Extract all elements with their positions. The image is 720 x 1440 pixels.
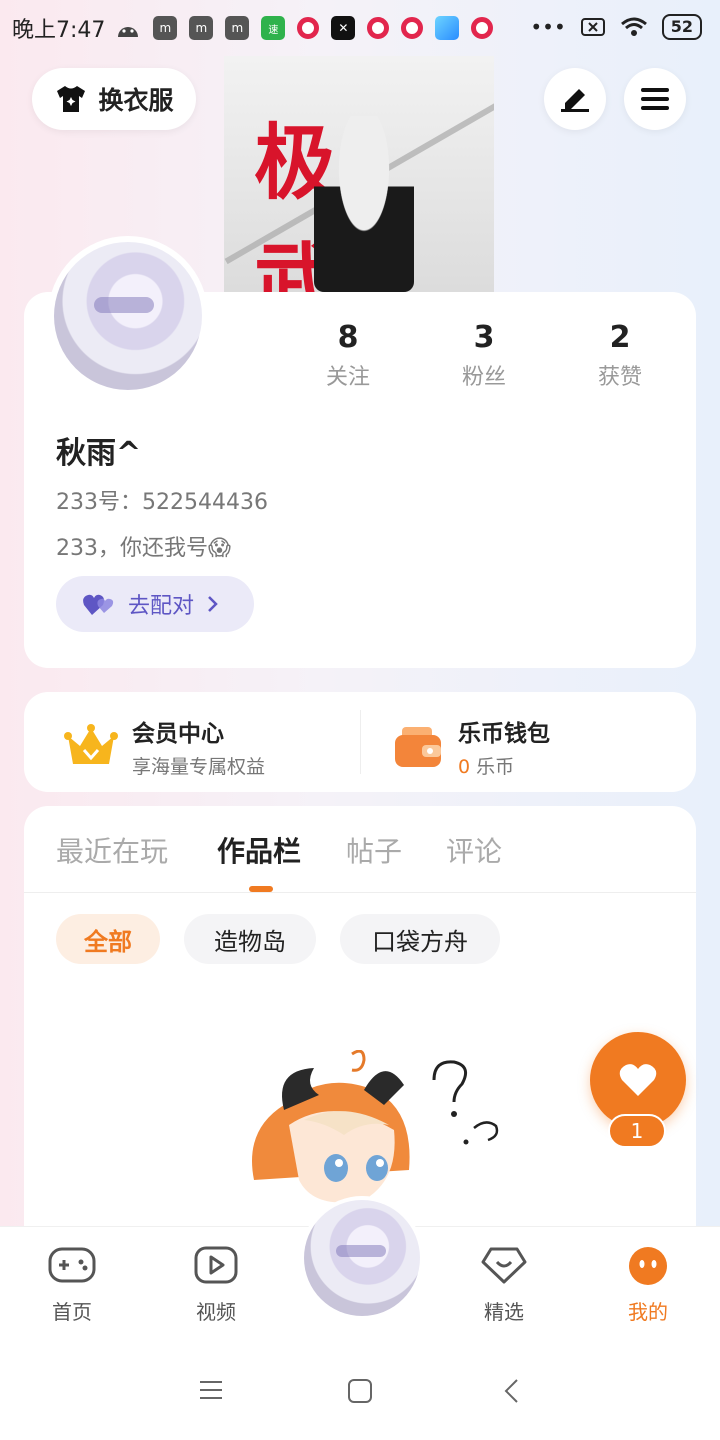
change-outfit-label: 换衣服 [98,86,174,115]
tab-comments[interactable]: 评论 [446,830,502,870]
recents-menu-icon[interactable] [198,1378,224,1402]
heart-icon [619,1064,657,1096]
fans-label: 粉丝 [461,365,506,390]
status-bar: 晚上7:47 m m m 速 ✕ ••• 52 [0,0,720,56]
likes-label: 获赞 [597,365,642,390]
nav-featured-label: 精选 [484,1300,524,1324]
filter-chip-pocket-ark[interactable]: 口袋方舟 [340,914,500,964]
change-outfit-button[interactable]: 换衣服 [32,68,196,130]
like-count-badge: 1 [608,1114,666,1148]
fans-stat[interactable]: 3 粉丝 [424,320,544,391]
wallet-icon [395,726,441,767]
no-sim-icon [580,18,605,36]
nav-video-label: 视频 [196,1300,236,1324]
tab-posts[interactable]: 帖子 [346,830,402,870]
app-notification-icon [297,17,320,39]
member-center-entry[interactable]: 会员中心 享海量专属权益 [64,714,265,779]
app-notification-icon [471,17,494,39]
likes-stat[interactable]: 2 获赞 [560,320,680,391]
app-notification-icon: 速 [261,16,286,40]
nav-home[interactable]: 首页 [22,1245,122,1325]
match-button[interactable]: 去配对 [56,576,254,632]
app-notification-icon [367,17,390,39]
coin-wallet-entry[interactable]: 乐币钱包 0 乐币 [392,714,550,779]
edit-profile-button[interactable] [544,68,606,130]
user-id[interactable]: 233号：522544436 [56,484,268,516]
nav-me-label: 我的 [628,1300,668,1324]
coin-wallet-balance: 0 乐币 [458,752,550,779]
notification-icons: m m m 速 ✕ [115,16,494,40]
tab-recently-played[interactable]: 最近在玩 [56,830,168,870]
wifi-icon [620,17,647,36]
coin-unit: 乐币 [476,756,515,778]
hamburger-menu-icon [641,88,669,110]
user-bio: 233，你还我号😱 [56,536,231,561]
app-notification-icon: m [225,16,250,40]
app-notification-icon: m [189,16,214,40]
nav-home-label: 首页 [52,1300,92,1324]
status-right: ••• 52 [530,14,702,40]
user-nickname: 秋雨^ [56,436,142,471]
vip-wallet-card: 会员中心 享海量专属权益 乐币钱包 0 乐币 [24,692,696,792]
gamepad-icon [48,1247,96,1283]
member-center-title: 会员中心 [132,721,224,747]
shirt-icon [57,86,86,112]
coin-amount: 0 [458,756,471,778]
nav-center-avatar[interactable] [300,1196,424,1320]
chevron-right-icon [208,596,218,612]
likes-count: 2 [609,320,631,355]
back-chevron-icon[interactable] [502,1378,522,1404]
android-icon [118,27,139,37]
home-square-icon[interactable] [347,1378,373,1404]
app-notification-icon [401,17,424,39]
following-label: 关注 [325,365,370,390]
profile-avatar[interactable] [48,236,208,396]
capcut-icon: ✕ [331,16,356,40]
fans-count: 3 [473,320,495,355]
app-notification-icon: m [153,16,178,40]
member-center-subtitle: 享海量专属权益 [132,756,266,778]
crown-icon [64,723,118,764]
me-face-icon [629,1247,667,1285]
menu-button[interactable] [624,68,686,130]
following-stat[interactable]: 8 关注 [288,320,408,391]
profile-banner-image[interactable]: 极武 [224,56,494,292]
video-play-icon [194,1246,238,1284]
featured-heart-icon [481,1247,527,1284]
battery-indicator: 52 [661,14,702,40]
banner-character-figure [314,116,414,292]
pencil-icon [561,89,589,112]
filter-chip-all[interactable]: 全部 [56,914,160,964]
avatar-image [304,1200,420,1316]
tab-divider [24,892,696,893]
match-label: 去配对 [128,594,195,619]
tab-works[interactable]: 作品栏 [217,830,301,870]
nav-video[interactable]: 视频 [166,1245,266,1325]
coin-wallet-title: 乐币钱包 [458,721,550,747]
following-count: 8 [337,320,359,355]
double-heart-icon [83,594,114,615]
status-time: 晚上7:47 [12,18,106,43]
avatar-image [54,242,202,390]
system-navigation-bar [0,1344,720,1440]
vip-divider [360,710,361,774]
more-icon: ••• [530,15,566,39]
nav-featured[interactable]: 精选 [454,1245,554,1325]
nav-me[interactable]: 我的 [598,1245,698,1325]
app-notification-icon [435,16,460,40]
filter-chip-creation-island[interactable]: 造物岛 [184,914,316,964]
